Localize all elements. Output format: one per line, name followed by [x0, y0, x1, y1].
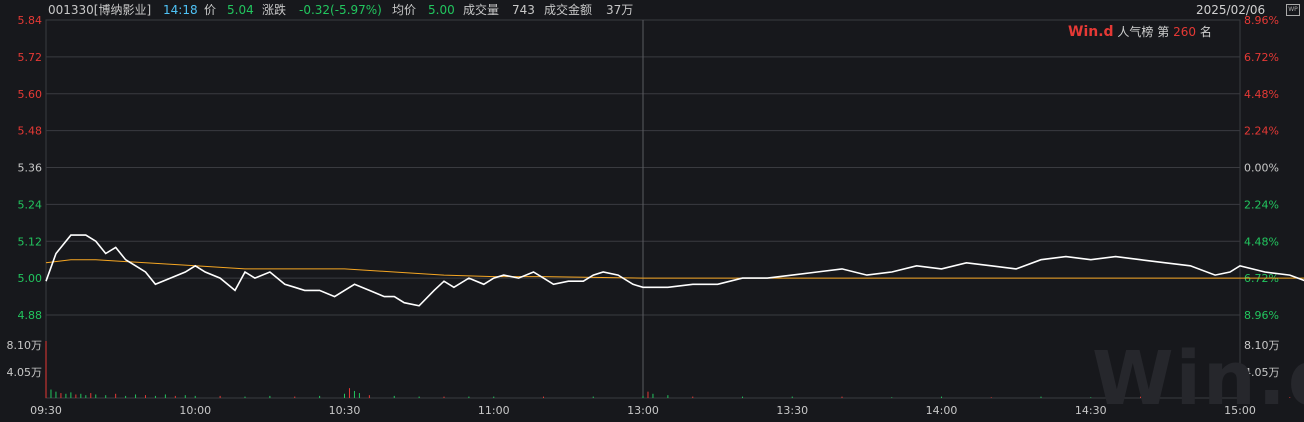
- volume-tick-label-left: 8.10万: [7, 339, 43, 352]
- x-tick-label: 10:00: [179, 404, 211, 417]
- y-tick-label-price: 5.72: [18, 51, 43, 64]
- wind-logo: Win.d: [1068, 24, 1114, 40]
- y-tick-label-pct: 0.00%: [1244, 162, 1279, 175]
- y-tick-label-price: 5.12: [18, 235, 43, 248]
- avg-price-line: [45, 259, 1304, 279]
- x-tick-label: 13:00: [627, 404, 659, 417]
- volume-tick-label-left: 4.05万: [7, 366, 43, 379]
- y-tick-label-price: 5.24: [18, 198, 43, 211]
- rank-value: 260: [1173, 25, 1196, 39]
- y-tick-label-pct: 8.96%: [1244, 14, 1279, 27]
- y-tick-label-price: 4.88: [18, 309, 43, 322]
- popularity-badge[interactable]: Win.d 人气榜 第 260 名: [1068, 24, 1212, 40]
- y-tick-label-price: 5.60: [18, 88, 43, 101]
- y-tick-label-pct: 4.48%: [1244, 88, 1279, 101]
- y-tick-label-pct: 6.72%: [1244, 51, 1279, 64]
- x-tick-label: 11:00: [478, 404, 510, 417]
- y-tick-label-pct: 6.72%: [1244, 272, 1279, 285]
- y-tick-label-price: 5.84: [18, 14, 43, 27]
- y-tick-label-price: 5.00: [18, 272, 43, 285]
- x-tick-label: 10:30: [329, 404, 361, 417]
- y-tick-label-price: 5.36: [18, 162, 43, 175]
- y-tick-label-price: 5.48: [18, 125, 43, 138]
- y-tick-label-pct: 4.48%: [1244, 235, 1279, 248]
- y-tick-label-pct: 2.24%: [1244, 125, 1279, 138]
- price-line: [45, 234, 1304, 307]
- x-tick-label: 14:00: [926, 404, 958, 417]
- y-tick-label-pct: 8.96%: [1244, 309, 1279, 322]
- rank-prefix: 第: [1157, 25, 1170, 39]
- rank-suffix: 名: [1199, 25, 1212, 39]
- y-tick-label-pct: 2.24%: [1244, 198, 1279, 211]
- x-tick-label: 13:30: [776, 404, 808, 417]
- x-tick-label: 09:30: [30, 404, 62, 417]
- popularity-label: 人气榜: [1117, 25, 1154, 39]
- wind-watermark: Win.d: [1092, 336, 1304, 422]
